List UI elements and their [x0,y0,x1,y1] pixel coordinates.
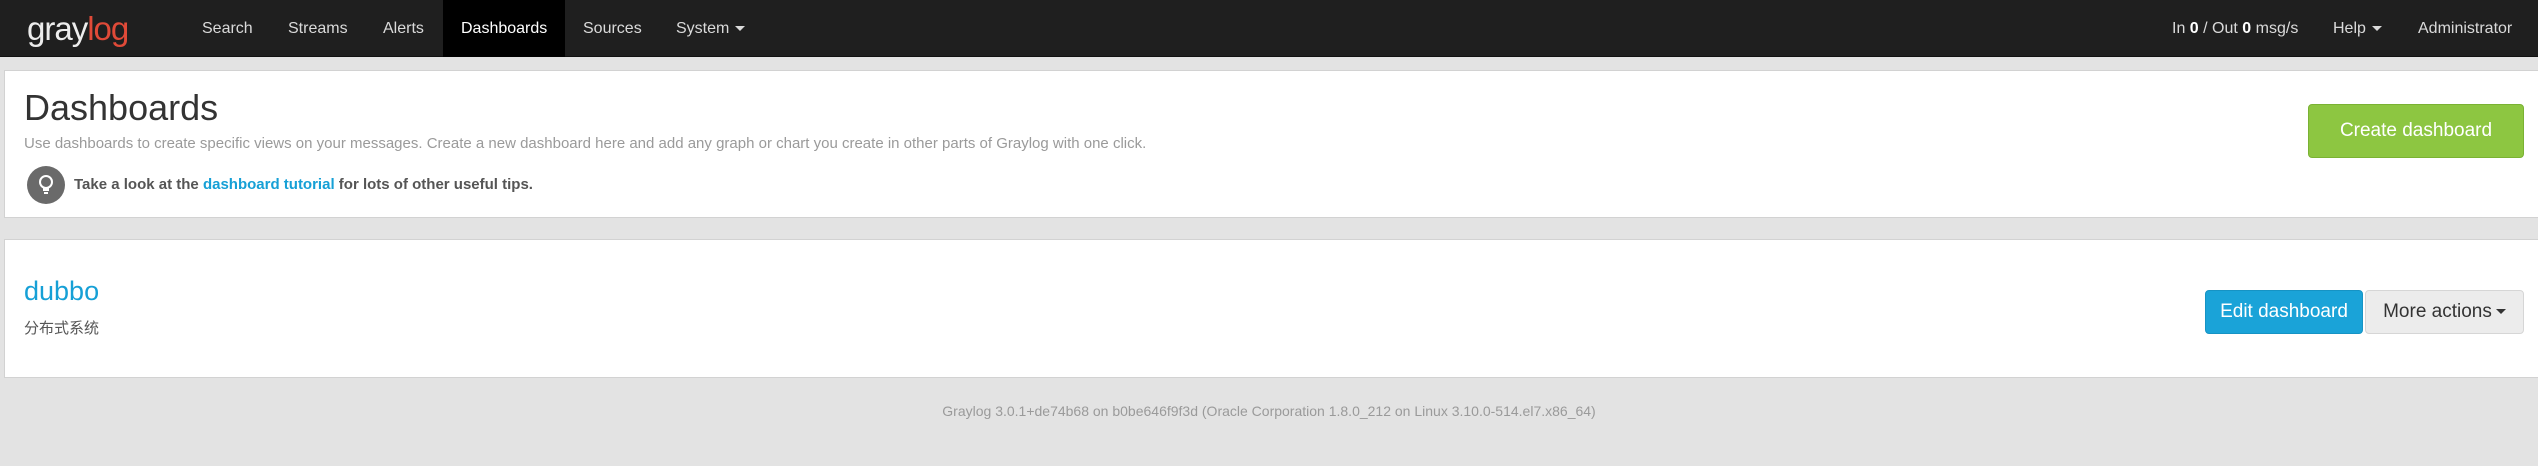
throughput-indicator: In 0 / Out 0 msg/s [2154,0,2316,57]
nav-user-dropdown[interactable]: Administrator [2400,0,2538,89]
nav-search[interactable]: Search [184,0,271,57]
create-dashboard-button[interactable]: Create dashboard [2308,104,2524,158]
throughput-in-value: 0 [2189,20,2199,37]
nav-dashboards[interactable]: Dashboards [443,0,566,57]
chevron-down-icon [2495,309,2506,315]
more-actions-label: More actions [2383,301,2492,322]
logo-text-gray: gray [27,10,88,47]
nav-streams[interactable]: Streams [270,0,366,57]
dashboard-title-link[interactable]: dubbo [24,276,99,307]
top-navbar: graylog Search Streams Alerts Dashboards… [0,0,2538,89]
dashboards-header-panel: Dashboards Use dashboards to create spec… [4,70,2538,218]
throughput-separator: / Out [2203,20,2238,37]
tip-suffix: for lots of other useful tips. [338,176,533,193]
nav-alerts[interactable]: Alerts [365,0,442,57]
dashboard-list-item: dubbo 分布式系统 Edit dashboard More actions [4,239,2538,378]
throughput-unit: msg/s [2255,20,2299,37]
nav-system-dropdown[interactable]: System [658,0,763,57]
page-title: Dashboards [24,87,219,128]
nav-sources[interactable]: Sources [565,0,660,57]
edit-dashboard-button[interactable]: Edit dashboard [2205,290,2363,334]
dashboard-tutorial-link[interactable]: dashboard tutorial [203,176,335,193]
logo-text-red: log [87,10,129,47]
graylog-logo[interactable]: graylog [27,10,129,47]
nav-system-label: System [676,20,730,37]
nav-help-dropdown[interactable]: Help [2315,0,2400,57]
chevron-down-icon [735,26,746,32]
nav-help-label: Help [2333,20,2366,37]
page-description: Use dashboards to create specific views … [24,135,1147,152]
lightbulb-icon [27,166,65,204]
dashboard-description: 分布式系统 [24,320,100,337]
tutorial-tip: Take a look at the dashboard tutorial fo… [74,176,533,193]
nav-user-label: Administrator [2418,20,2513,37]
throughput-in-label: In [2172,20,2186,37]
footer-version: Graylog 3.0.1+de74b68 on b0be646f9f3d (O… [942,403,1596,419]
more-actions-button[interactable]: More actions [2365,290,2524,334]
throughput-out-value: 0 [2242,20,2252,37]
tip-prefix: Take a look at the [74,176,199,193]
chevron-down-icon [2371,26,2382,32]
